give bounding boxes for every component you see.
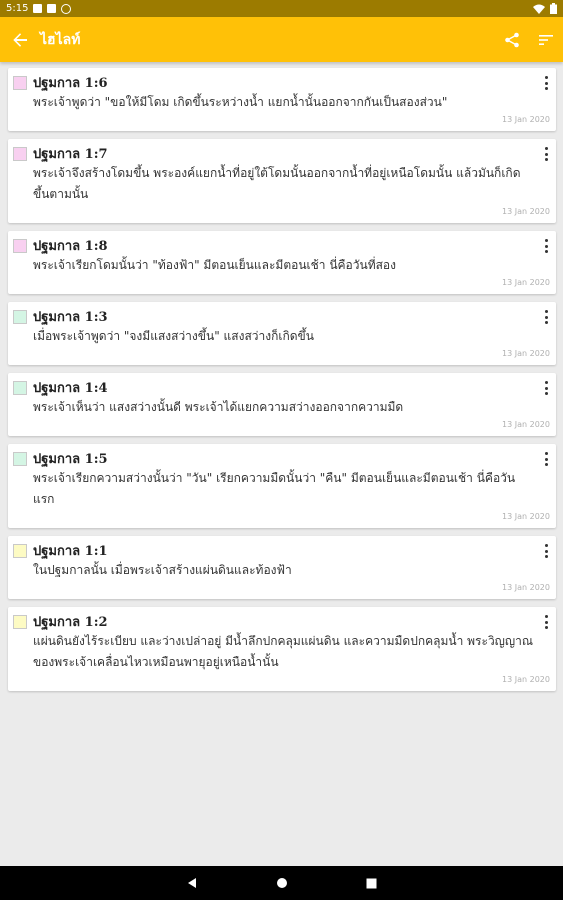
- verse-text: พระเจ้าเรียกความสว่างนั้นว่า "วัน" เรียก…: [33, 471, 516, 506]
- verse-reference: ปฐมกาล 1:1: [33, 544, 108, 559]
- highlight-date: 13 Jan 2020: [502, 349, 550, 358]
- highlight-list: ปฐมกาล 1:6 พระเจ้าพูดว่า "ขอให้มีโดม เกิ…: [8, 68, 556, 699]
- highlight-card[interactable]: ปฐมกาล 1:2 แผ่นดินยังไร้ระเบียบ และว่างเ…: [8, 607, 556, 691]
- highlight-color-swatch: [13, 239, 27, 253]
- verse-text: พระเจ้าพูดว่า "ขอให้มีโดม เกิดขึ้นระหว่า…: [33, 95, 448, 109]
- highlight-card[interactable]: ปฐมกาล 1:7 พระเจ้าจึงสร้างโดมขึ้น พระองค…: [8, 139, 556, 223]
- verse-text: พระเจ้าจึงสร้างโดมขึ้น พระองค์แยกน้ำที่อ…: [33, 166, 521, 201]
- verse-text: ในปฐมกาลนั้น เมื่อพระเจ้าสร้างแผ่นดินและ…: [33, 563, 292, 577]
- highlight-card[interactable]: ปฐมกาล 1:5 พระเจ้าเรียกความสว่างนั้นว่า …: [8, 444, 556, 528]
- verse-reference: ปฐมกาล 1:6: [33, 76, 108, 91]
- highlight-date: 13 Jan 2020: [502, 207, 550, 216]
- sort-icon: [539, 34, 553, 45]
- more-vert-icon[interactable]: [542, 452, 550, 466]
- nav-recents-icon[interactable]: [366, 878, 377, 889]
- highlight-card[interactable]: ปฐมกาล 1:8 พระเจ้าเรียกโดมนั้นว่า "ท้องฟ…: [8, 231, 556, 294]
- status-time: 5:15: [6, 3, 29, 14]
- highlight-color-swatch: [13, 310, 27, 324]
- verse-text: เมื่อพระเจ้าพูดว่า "จงมีแสงสว่างขึ้น" แส…: [33, 329, 314, 343]
- navigation-bar: [0, 866, 563, 900]
- highlight-color-swatch: [13, 544, 27, 558]
- verse-reference: ปฐมกาล 1:8: [33, 239, 108, 254]
- back-button[interactable]: [0, 17, 40, 62]
- verse-text: พระเจ้าเรียกโดมนั้นว่า "ท้องฟ้า" มีตอนเย…: [33, 258, 396, 272]
- notification-icon: [33, 4, 43, 13]
- more-vert-icon[interactable]: [542, 381, 550, 395]
- more-vert-icon[interactable]: [542, 544, 550, 558]
- status-bar: 5:15: [0, 0, 563, 17]
- verse-reference: ปฐมกาล 1:5: [33, 452, 108, 467]
- highlight-card[interactable]: ปฐมกาล 1:3 เมื่อพระเจ้าพูดว่า "จงมีแสงสว…: [8, 302, 556, 365]
- more-vert-icon[interactable]: [542, 147, 550, 161]
- verse-reference: ปฐมกาล 1:2: [33, 615, 108, 630]
- verse-reference: ปฐมกาล 1:3: [33, 310, 108, 325]
- highlight-card[interactable]: ปฐมกาล 1:1 ในปฐมกาลนั้น เมื่อพระเจ้าสร้า…: [8, 536, 556, 599]
- verse-text: แผ่นดินยังไร้ระเบียบ และว่างเปล่าอยู่ มี…: [33, 634, 534, 669]
- verse-reference: ปฐมกาล 1:4: [33, 381, 108, 396]
- arrow-left-icon: [13, 32, 27, 47]
- share-button[interactable]: [495, 17, 529, 62]
- more-vert-icon[interactable]: [542, 76, 550, 90]
- highlight-color-swatch: [13, 452, 27, 466]
- more-vert-icon[interactable]: [542, 310, 550, 324]
- highlight-date: 13 Jan 2020: [502, 675, 550, 684]
- highlight-date: 13 Jan 2020: [502, 420, 550, 429]
- highlight-color-swatch: [13, 147, 27, 161]
- highlight-date: 13 Jan 2020: [502, 512, 550, 521]
- highlight-date: 13 Jan 2020: [502, 278, 550, 287]
- app-bar: ไฮไลท์: [0, 17, 563, 62]
- more-vert-icon[interactable]: [542, 239, 550, 253]
- verse-reference: ปฐมกาล 1:7: [33, 147, 108, 162]
- share-icon: [505, 32, 519, 47]
- page-title: ไฮไลท์: [40, 31, 81, 48]
- wifi-icon: [533, 4, 545, 14]
- verse-text: พระเจ้าเห็นว่า แสงสว่างนั้นดี พระเจ้าได้…: [33, 400, 404, 414]
- sync-icon: [61, 3, 72, 14]
- nav-home-icon[interactable]: [276, 877, 288, 889]
- highlight-date: 13 Jan 2020: [502, 115, 550, 124]
- highlight-color-swatch: [13, 381, 27, 395]
- sort-button[interactable]: [529, 17, 563, 62]
- highlight-date: 13 Jan 2020: [502, 583, 550, 592]
- battery-icon: [550, 3, 557, 14]
- sd-card-icon: [47, 4, 57, 13]
- highlight-card[interactable]: ปฐมกาล 1:6 พระเจ้าพูดว่า "ขอให้มีโดม เกิ…: [8, 68, 556, 131]
- nav-back-icon[interactable]: [186, 877, 198, 889]
- highlight-color-swatch: [13, 76, 27, 90]
- more-vert-icon[interactable]: [542, 615, 550, 629]
- highlight-card[interactable]: ปฐมกาล 1:4 พระเจ้าเห็นว่า แสงสว่างนั้นดี…: [8, 373, 556, 436]
- highlight-color-swatch: [13, 615, 27, 629]
